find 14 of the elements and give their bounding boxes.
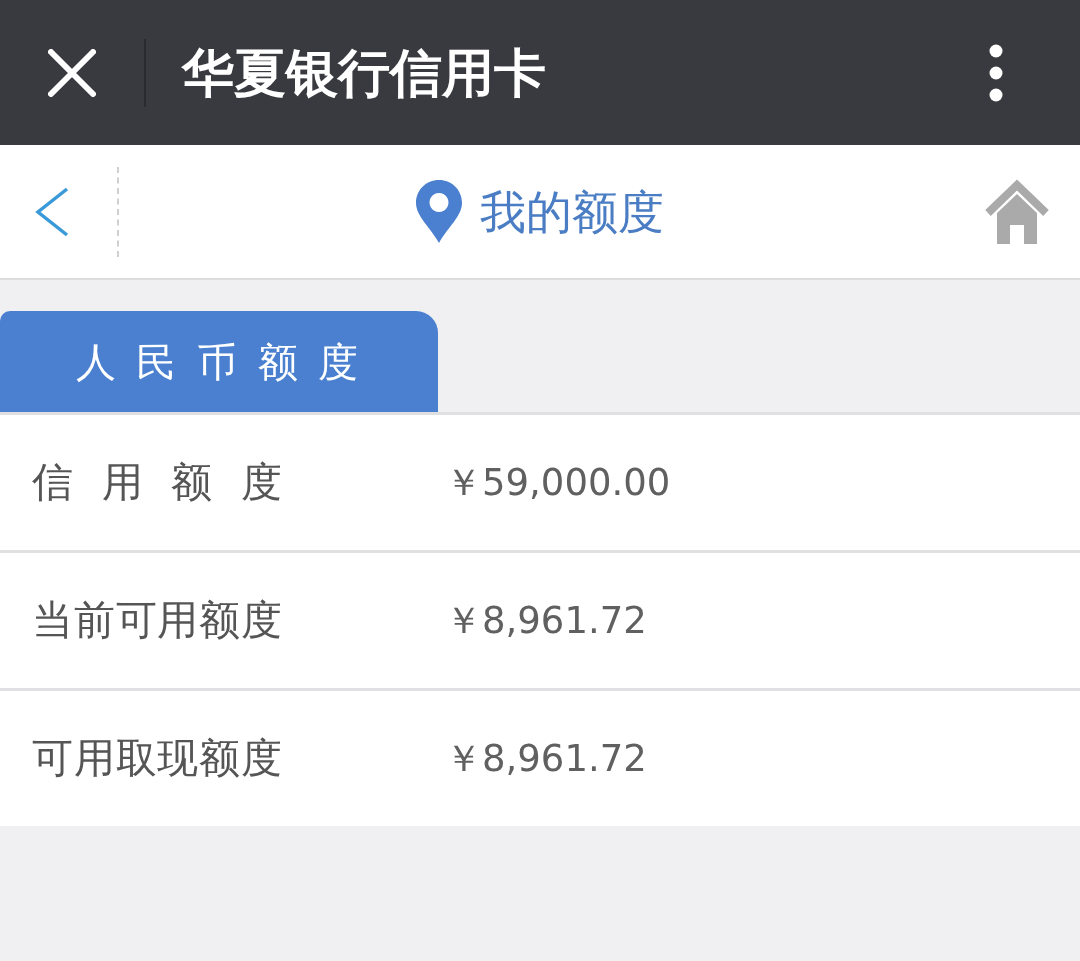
home-icon — [984, 179, 1050, 244]
currency-tab[interactable]: 人 民 币 额 度 — [0, 311, 438, 412]
close-icon — [48, 48, 96, 97]
page-title: 我的额度 — [480, 188, 664, 235]
back-chevron-icon — [34, 186, 70, 237]
amount-value: ￥8,961.72 — [445, 602, 647, 639]
row-label: 当前可用额度 — [32, 600, 282, 641]
app-title: 华夏银行信用卡 — [182, 46, 546, 99]
amount-value: ￥59,000.00 — [445, 464, 671, 501]
row-label: 可用取现额度 — [32, 738, 282, 779]
more-icon — [989, 43, 1003, 102]
location-pin-icon — [416, 180, 462, 243]
amount-value: ￥8,961.72 — [445, 740, 647, 777]
row-label: 信 用 额 度 — [32, 462, 282, 503]
